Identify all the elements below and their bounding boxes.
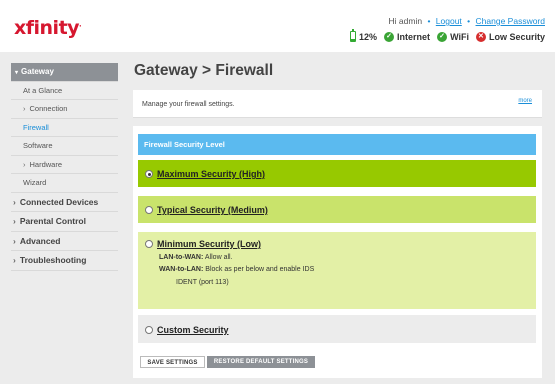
- internet-status[interactable]: ✓ Internet: [384, 31, 431, 42]
- separator-dot: •: [467, 16, 471, 26]
- radio-minimum[interactable]: [145, 240, 153, 248]
- save-settings-button[interactable]: SAVE SETTINGS: [140, 356, 205, 368]
- lan-to-wan-detail: LAN-to-WAN: Allow all.: [159, 254, 233, 261]
- description-box: Manage your firewall settings. more: [133, 90, 542, 118]
- xfinity-logo[interactable]: xfinity.: [14, 17, 82, 39]
- security-label: Low Security: [488, 31, 545, 42]
- change-password-link[interactable]: Change Password: [476, 16, 545, 26]
- sidebar-nav: ▾Gateway At a Glance Connection Firewall…: [11, 63, 118, 271]
- status-bar: 12% ✓ Internet ✓ WiFi ✕ Low Security: [343, 29, 545, 42]
- user-links: Hi admin • Logout • Change Password: [389, 16, 545, 26]
- battery-level: 12%: [359, 31, 378, 42]
- ident-detail: IDENT (port 113): [176, 279, 229, 286]
- firewall-panel: Firewall Security Level Maximum Security…: [133, 126, 542, 378]
- option-typical-security[interactable]: Typical Security (Medium): [138, 196, 536, 223]
- more-link[interactable]: more: [518, 98, 532, 104]
- option-label[interactable]: Minimum Security (Low): [157, 239, 261, 249]
- check-circle-icon: ✓: [437, 31, 448, 42]
- logout-link[interactable]: Logout: [436, 16, 462, 26]
- sidebar-item-firewall[interactable]: Firewall: [11, 118, 118, 137]
- battery-icon: [350, 29, 357, 42]
- wan-to-lan-detail: WAN-to-LAN: Block as per below and enabl…: [159, 266, 315, 273]
- option-label[interactable]: Typical Security (Medium): [157, 205, 268, 215]
- wifi-label: WiFi: [450, 31, 469, 42]
- separator-dot: •: [427, 16, 431, 26]
- internet-label: Internet: [397, 31, 431, 42]
- x-circle-icon: ✕: [475, 31, 486, 42]
- sidebar-item-parental-control[interactable]: Parental Control: [11, 212, 118, 232]
- sidebar-item-wizard[interactable]: Wizard: [11, 174, 118, 193]
- sidebar-item-at-a-glance[interactable]: At a Glance: [11, 81, 118, 100]
- option-label[interactable]: Maximum Security (High): [157, 169, 265, 179]
- header: xfinity. Hi admin • Logout • Change Pass…: [0, 0, 555, 52]
- sidebar-item-gateway[interactable]: ▾ Gateway: [11, 63, 118, 82]
- greeting: Hi admin: [388, 16, 423, 26]
- option-custom-security[interactable]: Custom Security: [138, 315, 536, 343]
- sidebar-item-software[interactable]: Software: [11, 137, 118, 156]
- security-status[interactable]: ✕ Low Security: [475, 31, 545, 42]
- sidebar-item-connected-devices[interactable]: Connected Devices: [11, 192, 118, 212]
- sidebar-item-advanced[interactable]: Advanced: [11, 231, 118, 251]
- caret-down-icon: ▾: [15, 70, 19, 76]
- option-minimum-security[interactable]: Minimum Security (Low) LAN-to-WAN: Allow…: [138, 232, 536, 309]
- radio-maximum[interactable]: [145, 170, 153, 178]
- page-description: Manage your firewall settings.: [142, 101, 235, 108]
- sidebar-item-connection[interactable]: Connection: [11, 100, 118, 119]
- sidebar-item-hardware[interactable]: Hardware: [11, 155, 118, 174]
- radio-custom[interactable]: [145, 326, 153, 334]
- check-circle-icon: ✓: [384, 31, 395, 42]
- restore-defaults-button[interactable]: RESTORE DEFAULT SETTINGS: [207, 356, 315, 368]
- radio-typical[interactable]: [145, 206, 153, 214]
- section-header: Firewall Security Level: [138, 134, 536, 155]
- page-title: Gateway > Firewall: [134, 62, 274, 79]
- option-label[interactable]: Custom Security: [157, 325, 229, 335]
- option-maximum-security[interactable]: Maximum Security (High): [138, 160, 536, 187]
- wifi-status[interactable]: ✓ WiFi: [437, 31, 469, 42]
- sidebar-item-troubleshooting[interactable]: Troubleshooting: [11, 251, 118, 271]
- battery-status[interactable]: 12%: [350, 29, 378, 42]
